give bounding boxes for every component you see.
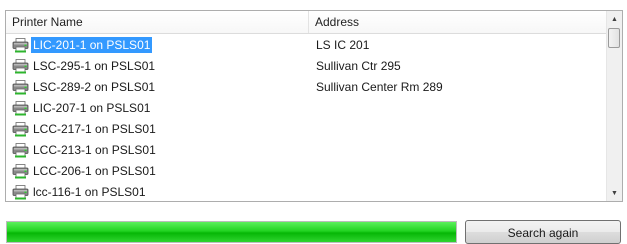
- scroll-thumb[interactable]: [608, 28, 620, 48]
- list-item[interactable]: LCC-206-1 on PSLS01: [6, 161, 610, 182]
- printer-name: LSC-295-1 on PSLS01: [33, 59, 156, 73]
- list-item[interactable]: LCC-217-1 on PSLS01: [6, 119, 610, 140]
- printer-icon: [12, 38, 29, 53]
- printer-name: LIC-207-1 on PSLS01: [33, 101, 151, 115]
- printer-name: LCC-217-1 on PSLS01: [33, 122, 156, 136]
- progress-fill: [7, 222, 456, 242]
- column-header-address[interactable]: Address: [309, 11, 610, 33]
- list-rows: LIC-201-1 on PSLS01 LS IC 201 LSC-295-1 …: [6, 35, 610, 201]
- printer-name: LCC-213-1 on PSLS01: [33, 143, 156, 157]
- printer-icon: [12, 185, 29, 200]
- printer-icon: [12, 122, 29, 137]
- printer-icon: [12, 59, 29, 74]
- list-item[interactable]: lcc-116-1 on PSLS01: [6, 182, 610, 201]
- printer-name: lcc-116-1 on PSLS01: [33, 185, 146, 199]
- printer-icon: [12, 164, 29, 179]
- column-header-printer-name[interactable]: Printer Name: [6, 11, 309, 33]
- list-item[interactable]: LSC-289-2 on PSLS01 Sullivan Center Rm 2…: [6, 77, 610, 98]
- list-item[interactable]: LIC-201-1 on PSLS01 LS IC 201: [6, 35, 610, 56]
- printer-list[interactable]: Printer Name Address LIC-201-1 on PSLS01…: [5, 10, 623, 202]
- list-item[interactable]: LCC-213-1 on PSLS01: [6, 140, 610, 161]
- printer-icon: [12, 80, 29, 95]
- search-again-button[interactable]: Search again: [465, 220, 621, 244]
- printer-name: LCC-206-1 on PSLS01: [33, 164, 156, 178]
- printer-name: LSC-289-2 on PSLS01: [33, 80, 156, 94]
- list-item[interactable]: LIC-207-1 on PSLS01: [6, 98, 610, 119]
- scroll-down-arrow-icon[interactable]: ▼: [607, 185, 622, 201]
- list-item[interactable]: LSC-295-1 on PSLS01 Sullivan Ctr 295: [6, 56, 610, 77]
- list-header: Printer Name Address: [6, 11, 610, 34]
- printer-address: LS IC 201: [316, 38, 370, 52]
- printer-address: Sullivan Ctr 295: [316, 59, 401, 73]
- scroll-up-arrow-icon[interactable]: ▲: [607, 11, 622, 27]
- printer-icon: [12, 143, 29, 158]
- search-progress-bar: [6, 221, 457, 243]
- printer-address: Sullivan Center Rm 289: [316, 80, 443, 94]
- printer-name: LIC-201-1 on PSLS01: [31, 37, 153, 53]
- vertical-scrollbar[interactable]: ▲ ▼: [606, 11, 622, 201]
- printer-icon: [12, 101, 29, 116]
